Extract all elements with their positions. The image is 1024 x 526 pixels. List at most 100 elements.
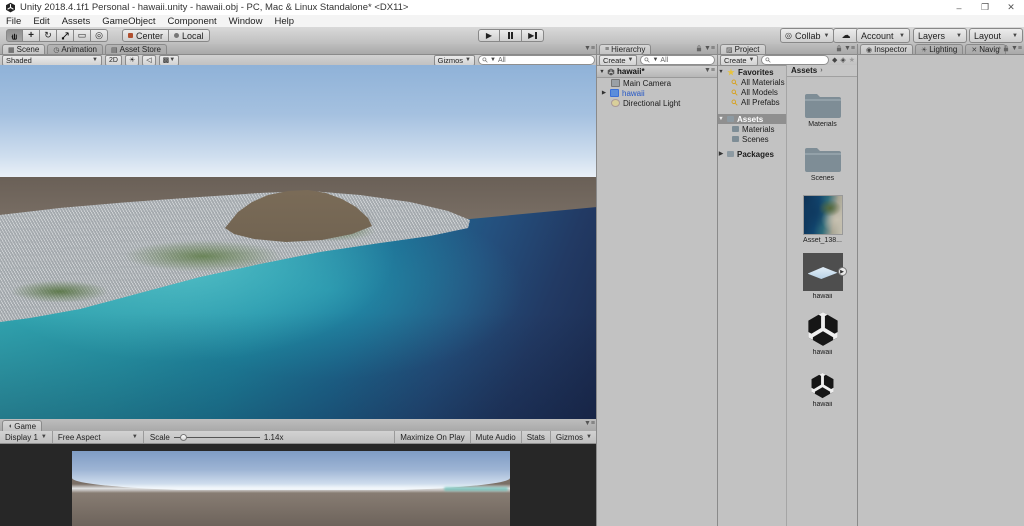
hierarchy-item-hawaii[interactable]: ▶ hawaii (597, 88, 717, 98)
scale-tool-button[interactable] (57, 29, 74, 42)
folder-icon (732, 126, 739, 132)
hierarchy-item-main-camera[interactable]: Main Camera (597, 78, 717, 88)
menu-help[interactable]: Help (268, 16, 300, 27)
account-dropdown[interactable]: Account▼ (856, 28, 910, 43)
expand-arrow-icon[interactable]: ▶ (601, 90, 607, 96)
panel-divider[interactable] (857, 44, 858, 526)
hand-tool-button[interactable] (6, 29, 23, 42)
tab-project[interactable]: ▨ Project (720, 44, 766, 54)
transform-tool-button[interactable]: ◎ (91, 29, 108, 42)
asset-item-hawaii-model[interactable]: hawaii (787, 311, 858, 356)
rotate-tool-button[interactable]: ↻ (40, 29, 57, 42)
tab-animation[interactable]: ◷ Animation (47, 44, 103, 54)
step-button[interactable]: ▶ (522, 29, 544, 42)
tree-all-models[interactable]: All Models (718, 87, 786, 97)
lock-icon[interactable] (696, 45, 702, 52)
aspect-dropdown[interactable]: Free Aspect▼ (53, 431, 144, 443)
project-panel-menu-icon[interactable]: ▼≡ (844, 45, 855, 52)
pause-button[interactable] (500, 29, 522, 42)
preview-expand-icon[interactable]: ▶ (838, 267, 847, 276)
project-create-dropdown[interactable]: Create▼ (720, 55, 758, 66)
tab-hierarchy[interactable]: ≡ Hierarchy (599, 44, 651, 54)
tab-scene[interactable]: ▦ Scene (2, 44, 45, 54)
scene-panel-menu-icon[interactable]: ▼≡ (584, 45, 595, 52)
menu-window[interactable]: Window (223, 16, 269, 27)
tab-game[interactable]: ◖ Game (2, 420, 42, 431)
mute-audio-toggle[interactable]: Mute Audio (470, 431, 521, 443)
panel-divider[interactable] (596, 44, 597, 526)
satellite-thumbnail (803, 195, 843, 235)
asset-item-scenes[interactable]: Scenes (787, 145, 858, 182)
restore-button[interactable]: ❐ (972, 0, 998, 15)
window-title: Unity 2018.4.1f1 Personal - hawaii.unity… (20, 2, 408, 13)
scene-search-input[interactable]: ▼ All (478, 55, 595, 65)
lock-icon[interactable] (836, 45, 842, 52)
scale-slider[interactable] (174, 437, 260, 438)
space-toggle-button[interactable]: Local (169, 29, 210, 42)
menu-file[interactable]: File (0, 16, 27, 27)
tab-lighting[interactable]: ☀ Lighting (915, 44, 963, 54)
scene-audio-toggle[interactable]: ◁ (142, 55, 155, 66)
menu-edit[interactable]: Edit (27, 16, 55, 27)
menu-component[interactable]: Component (162, 16, 223, 27)
asset-item-hawaii-mesh[interactable]: ▶ hawaii (787, 253, 858, 300)
menu-gameobject[interactable]: GameObject (96, 16, 161, 27)
game-panel-menu-icon[interactable]: ▼≡ (584, 420, 595, 427)
scene-effects-dropdown[interactable]: ▩▼ (159, 55, 180, 66)
search-icon (644, 57, 650, 63)
close-button[interactable]: ✕ (998, 0, 1024, 15)
mesh-preview-thumbnail: ▶ (803, 253, 843, 291)
scene-gizmos-dropdown[interactable]: Gizmos▼ (434, 55, 475, 66)
tab-inspector[interactable]: ◉ Inspector (860, 44, 913, 54)
game-viewport[interactable] (0, 444, 597, 526)
tree-assets-root[interactable]: ▼ Assets (718, 114, 786, 124)
tree-materials-folder[interactable]: Materials (718, 124, 786, 134)
search-by-type-icon[interactable]: ◆ (832, 56, 837, 64)
tree-favorites[interactable]: ▼ ★ Favorites (718, 67, 786, 77)
hierarchy-item-directional-light[interactable]: Directional Light (597, 98, 717, 108)
project-search-input[interactable] (761, 55, 828, 65)
move-tool-button[interactable]: + (23, 29, 40, 42)
project-breadcrumb[interactable]: Assets › (787, 65, 857, 77)
display-dropdown[interactable]: Display 1▼ (0, 431, 53, 443)
lock-icon[interactable] (1003, 45, 1009, 52)
hierarchy-create-dropdown[interactable]: Create▼ (599, 55, 637, 66)
tree-all-prefabs[interactable]: All Prefabs (718, 97, 786, 107)
inspector-tab-icon: ◉ (866, 46, 872, 54)
hierarchy-search-input[interactable]: ▼ All (640, 55, 715, 65)
tree-packages[interactable]: ▶ Packages (718, 149, 786, 159)
hierarchy-scene-row[interactable]: ▼ hawaii* ▼≡ (597, 66, 717, 78)
menu-assets[interactable]: Assets (56, 16, 97, 27)
rect-tool-button[interactable]: ▭ (74, 29, 91, 42)
scene-viewport[interactable]: y z x Persp (0, 65, 597, 419)
2d-toggle-button[interactable]: 2D (105, 55, 122, 66)
saved-search-icon (731, 89, 738, 96)
scene-lighting-toggle[interactable]: ☀ (125, 55, 139, 66)
search-by-label-icon[interactable]: ◈ (840, 56, 845, 64)
tree-scenes-folder[interactable]: Scenes (718, 134, 786, 144)
favorites-filter-star-icon[interactable]: ★ (849, 56, 855, 64)
tab-asset-store[interactable]: ▤ Asset Store (105, 44, 167, 54)
maximize-on-play-toggle[interactable]: Maximize On Play (394, 431, 469, 443)
scale-slider-handle[interactable] (180, 434, 187, 441)
pivot-toggle-button[interactable]: Center (122, 29, 169, 42)
play-button[interactable]: ▶ (478, 29, 500, 42)
asset-item-materials[interactable]: Materials (787, 91, 858, 128)
layers-dropdown[interactable]: Layers▼ (913, 28, 967, 43)
draw-mode-dropdown[interactable]: Shaded▼ (2, 55, 102, 66)
collab-dropdown[interactable]: ◎ Collab▼ (780, 28, 834, 43)
foldout-arrow-icon[interactable]: ▼ (599, 69, 605, 75)
minimize-button[interactable]: – (946, 0, 972, 15)
game-gizmos-dropdown[interactable]: Gizmos▼ (550, 431, 597, 443)
asset-item-satellite-texture[interactable]: Asset_138... (787, 195, 858, 244)
animation-tab-icon: ◷ (53, 46, 59, 54)
inspector-panel-menu-icon[interactable]: ▼≡ (1011, 45, 1022, 52)
layout-dropdown[interactable]: Layout▼ (969, 28, 1023, 43)
asset-item-hawaii-model-2[interactable]: hawaii (787, 367, 858, 408)
hierarchy-panel-menu-icon[interactable]: ▼≡ (704, 45, 715, 52)
light-icon (611, 99, 620, 107)
tab-overflow-chevron-icon[interactable]: › (999, 45, 1001, 52)
tree-all-materials[interactable]: All Materials (718, 77, 786, 87)
scene-row-menu-icon[interactable]: ▼≡ (704, 67, 715, 74)
stats-toggle[interactable]: Stats (521, 431, 550, 443)
